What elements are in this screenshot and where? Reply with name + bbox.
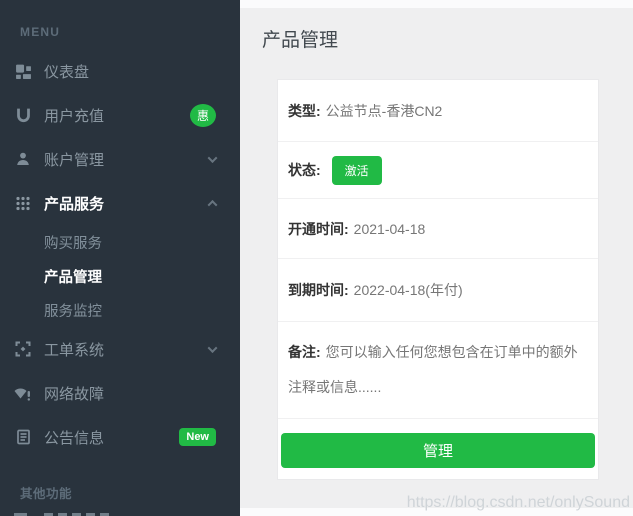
sidebar-item-label: 账户管理 xyxy=(44,149,209,170)
open-date-value: 2021-04-18 xyxy=(354,221,426,237)
recharge-icon xyxy=(14,106,32,124)
sidebar-item-dashboard[interactable]: 仪表盘 xyxy=(0,49,240,93)
product-card: 类型: 公益节点-香港CN2 状态: 激活 开通时间: 2021-04-18 到… xyxy=(277,79,599,480)
user-icon xyxy=(14,150,32,168)
manage-button[interactable]: 管理 xyxy=(281,433,595,468)
status-label: 状态: xyxy=(288,160,321,180)
ticket-icon xyxy=(14,340,32,358)
status-row: 状态: 激活 xyxy=(278,142,598,199)
sidebar-item-network-fault[interactable]: 网络故障 xyxy=(0,371,240,415)
main-content: 产品管理 类型: 公益节点-香港CN2 状态: 激活 开通时间: 2021-04… xyxy=(240,0,633,516)
promo-badge: 惠 xyxy=(190,104,216,127)
sidebar-item-products[interactable]: 产品服务 xyxy=(0,181,240,225)
type-row: 类型: 公益节点-香港CN2 xyxy=(278,80,598,142)
type-label: 类型: xyxy=(288,101,321,121)
sidebar-subitem-service-monitor[interactable]: 服务监控 xyxy=(0,293,240,327)
sidebar-item-label: 公告信息 xyxy=(44,427,179,448)
sidebar-subitem-label: 产品管理 xyxy=(44,266,102,287)
other-section-header: 其他功能 xyxy=(0,459,240,499)
type-value: 公益节点-香港CN2 xyxy=(326,101,443,121)
document-icon xyxy=(14,428,32,446)
note-label: 备注: xyxy=(288,344,321,360)
chevron-up-icon xyxy=(208,199,218,209)
sidebar-subitem-label: 服务监控 xyxy=(44,300,102,321)
menu-section-header: MENU xyxy=(0,0,240,49)
open-date-label: 开通时间: xyxy=(288,219,349,239)
button-area: 管理 xyxy=(278,419,598,479)
note-value: 您可以输入任何您想包含在订单中的额外注释或信息...... xyxy=(288,344,578,395)
sidebar-subitem-product-management[interactable]: 产品管理 xyxy=(0,259,240,293)
chevron-down-icon xyxy=(208,343,218,353)
expire-date-row: 到期时间: 2022-04-18(年付) xyxy=(278,259,598,322)
sidebar-item-label: 工单系统 xyxy=(44,339,209,360)
sidebar-item-label: 用户充值 xyxy=(44,105,190,126)
sidebar-item-label: 网络故障 xyxy=(44,383,216,404)
sidebar: MENU 仪表盘 用户充值 惠 xyxy=(0,0,240,516)
sidebar-item-label: 产品服务 xyxy=(44,193,209,214)
wifi-alert-icon xyxy=(14,384,32,402)
dashboard-icon xyxy=(14,62,32,80)
status-badge: 激活 xyxy=(332,156,382,185)
note-row: 备注:您可以输入任何您想包含在订单中的额外注释或信息...... xyxy=(278,322,598,419)
sidebar-item-announcements[interactable]: 公告信息 New xyxy=(0,415,240,459)
expire-date-label: 到期时间: xyxy=(288,280,349,300)
chevron-down-icon xyxy=(208,153,218,163)
sidebar-subitem-label: 购买服务 xyxy=(44,232,102,253)
new-badge: New xyxy=(179,428,216,446)
sidebar-item-recharge[interactable]: 用户充值 惠 xyxy=(0,93,240,137)
sidebar-item-label: 仪表盘 xyxy=(44,61,216,82)
sidebar-subitem-buy-service[interactable]: 购买服务 xyxy=(0,225,240,259)
content-panel: 产品管理 类型: 公益节点-香港CN2 状态: 激活 开通时间: 2021-04… xyxy=(240,8,633,508)
open-date-row: 开通时间: 2021-04-18 xyxy=(278,199,598,259)
sidebar-item-account[interactable]: 账户管理 xyxy=(0,137,240,181)
sidebar-item-tickets[interactable]: 工单系统 xyxy=(0,327,240,371)
grid-dots-icon xyxy=(14,194,32,212)
expire-date-value: 2022-04-18(年付) xyxy=(354,280,463,300)
page-title: 产品管理 xyxy=(262,25,338,52)
watermark-text: https://blog.csdn.net/onlySound xyxy=(407,494,630,512)
app-window: MENU 仪表盘 用户充值 惠 xyxy=(0,0,633,516)
